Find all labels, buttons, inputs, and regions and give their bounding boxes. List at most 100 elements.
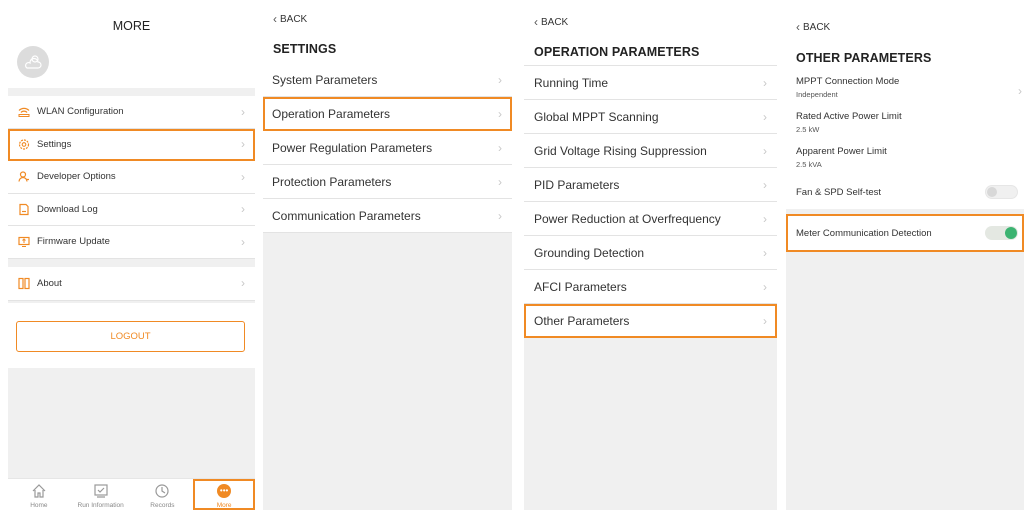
settings-item-protection-parameters[interactable]: Protection Parameters › — [263, 165, 512, 199]
operation-header: ‹ BACK OPERATION PARAMETERS — [524, 0, 777, 66]
tab-label: More — [216, 502, 232, 509]
operation-item-power-reduction[interactable]: Power Reduction at Overfrequency › — [524, 202, 777, 236]
list-item-label: AFCI Parameters — [534, 279, 627, 294]
chevron-left-icon: ‹ — [273, 12, 277, 26]
checklist-icon — [93, 482, 109, 500]
list-item-label: Protection Parameters — [272, 174, 392, 189]
clock-icon — [154, 482, 170, 500]
chevron-right-icon: › — [241, 202, 245, 217]
chevron-right-icon: › — [763, 313, 767, 328]
wifi-icon — [17, 105, 30, 118]
list-item-label: Operation Parameters — [272, 106, 391, 121]
chevron-right-icon: › — [763, 143, 767, 158]
operation-item-global-mppt-scanning[interactable]: Global MPPT Scanning › — [524, 100, 777, 134]
param-mppt-connection-mode[interactable]: MPPT Connection Mode Independent › — [786, 70, 1024, 105]
param-meter-communication-detection: Meter Communication Detection — [786, 214, 1024, 252]
menu-item-firmware-update[interactable]: Firmware Update › — [8, 226, 255, 259]
list-item-label: Grid Voltage Rising Suppression — [534, 143, 707, 158]
chevron-right-icon: › — [241, 234, 245, 249]
chevron-right-icon: › — [1018, 84, 1022, 98]
more-screen: MORE WLAN Configuration › Settings › Dev… — [8, 0, 255, 510]
tab-home[interactable]: Home — [8, 479, 70, 510]
back-label: BACK — [280, 13, 308, 25]
menu-item-label: Firmware Update — [37, 236, 110, 248]
menu-item-wlan[interactable]: WLAN Configuration › — [8, 96, 255, 129]
menu-item-label: About — [37, 277, 62, 289]
settings-item-communication-parameters[interactable]: Communication Parameters › — [263, 199, 512, 233]
settings-item-system-parameters[interactable]: System Parameters › — [263, 63, 512, 97]
chevron-right-icon: › — [498, 106, 502, 121]
chevron-right-icon: › — [498, 140, 502, 155]
meter-communication-detection-toggle[interactable] — [985, 226, 1018, 240]
logout-button[interactable]: LOGOUT — [16, 321, 245, 352]
divider — [8, 258, 255, 267]
list-item-label: Power Regulation Parameters — [272, 140, 433, 155]
chevron-right-icon: › — [241, 276, 245, 290]
operation-item-afci-parameters[interactable]: AFCI Parameters › — [524, 270, 777, 304]
tab-label: Records — [150, 502, 175, 509]
settings-item-power-regulation[interactable]: Power Regulation Parameters › — [263, 131, 512, 165]
param-value: 2.5 kW — [796, 125, 820, 134]
menu-item-label: Settings — [37, 138, 72, 150]
chevron-right-icon: › — [241, 104, 245, 119]
menu-item-label: Download Log — [37, 203, 98, 215]
param-label: Fan & SPD Self-test — [796, 186, 882, 198]
list-item-label: Running Time — [534, 75, 609, 90]
param-rated-active-power-limit[interactable]: Rated Active Power Limit 2.5 kW — [786, 105, 1024, 140]
operation-parameters-screen: ‹ BACK OPERATION PARAMETERS Running Time ›… — [524, 0, 777, 510]
page-title: SETTINGS — [273, 42, 337, 56]
operation-item-other-parameters[interactable]: Other Parameters › — [524, 304, 777, 338]
document-icon — [17, 203, 30, 216]
settings-item-operation-parameters[interactable]: Operation Parameters › — [263, 97, 512, 131]
chevron-right-icon: › — [763, 109, 767, 124]
page-title: OPERATION PARAMETERS — [534, 45, 700, 59]
param-apparent-power-limit[interactable]: Apparent Power Limit 2.5 kVA — [786, 140, 1024, 175]
chevron-right-icon: › — [498, 208, 502, 223]
update-icon — [17, 235, 30, 248]
avatar[interactable] — [17, 46, 49, 78]
toggle-knob — [1005, 227, 1017, 239]
list-item-label: System Parameters — [272, 72, 378, 87]
back-button[interactable]: ‹ BACK — [796, 20, 830, 34]
param-label: Apparent Power Limit — [796, 146, 887, 157]
chevron-right-icon: › — [763, 211, 767, 226]
fan-spd-self-test-toggle[interactable] — [985, 185, 1018, 199]
param-label: Meter Communication Detection — [796, 227, 932, 239]
tab-more[interactable]: ••• More — [193, 479, 255, 510]
tab-run-information[interactable]: Run Information — [70, 479, 132, 510]
menu-item-settings[interactable]: Settings › — [8, 128, 255, 161]
menu-item-developer-options[interactable]: Developer Options › — [8, 161, 255, 194]
chevron-right-icon: › — [763, 279, 767, 294]
chevron-right-icon: › — [763, 75, 767, 90]
other-header: ‹ BACK OTHER PARAMETERS — [786, 0, 1024, 70]
more-header: MORE — [8, 0, 255, 88]
menu-item-download-log[interactable]: Download Log › — [8, 193, 255, 226]
user-icon — [17, 170, 30, 183]
chevron-right-icon: › — [241, 137, 245, 152]
back-label: BACK — [803, 21, 831, 33]
operation-item-grid-voltage-rising[interactable]: Grid Voltage Rising Suppression › — [524, 134, 777, 168]
home-icon — [31, 482, 47, 500]
operation-item-running-time[interactable]: Running Time › — [524, 66, 777, 100]
gear-icon — [17, 138, 30, 151]
param-fan-spd-self-test: Fan & SPD Self-test — [786, 175, 1024, 209]
divider — [8, 88, 255, 96]
page-title: MORE — [112, 19, 151, 33]
menu-item-about[interactable]: About › — [8, 266, 255, 301]
list-item-label: PID Parameters — [534, 177, 620, 192]
chevron-right-icon: › — [763, 177, 767, 192]
back-button[interactable]: ‹ BACK — [534, 15, 568, 29]
logout-section: LOGOUT — [8, 303, 255, 368]
tab-label: Home — [30, 502, 48, 509]
operation-item-grounding-detection[interactable]: Grounding Detection › — [524, 236, 777, 270]
chevron-right-icon: › — [241, 169, 245, 184]
chevron-left-icon: ‹ — [796, 20, 800, 34]
param-label: Rated Active Power Limit — [796, 111, 902, 122]
operation-item-pid-parameters[interactable]: PID Parameters › — [524, 168, 777, 202]
list-item-label: Grounding Detection — [534, 245, 645, 260]
back-label: BACK — [541, 16, 569, 28]
tab-records[interactable]: Records — [132, 479, 194, 510]
chevron-right-icon: › — [498, 174, 502, 189]
cloud-sun-icon — [25, 55, 42, 69]
back-button[interactable]: ‹ BACK — [273, 12, 307, 26]
